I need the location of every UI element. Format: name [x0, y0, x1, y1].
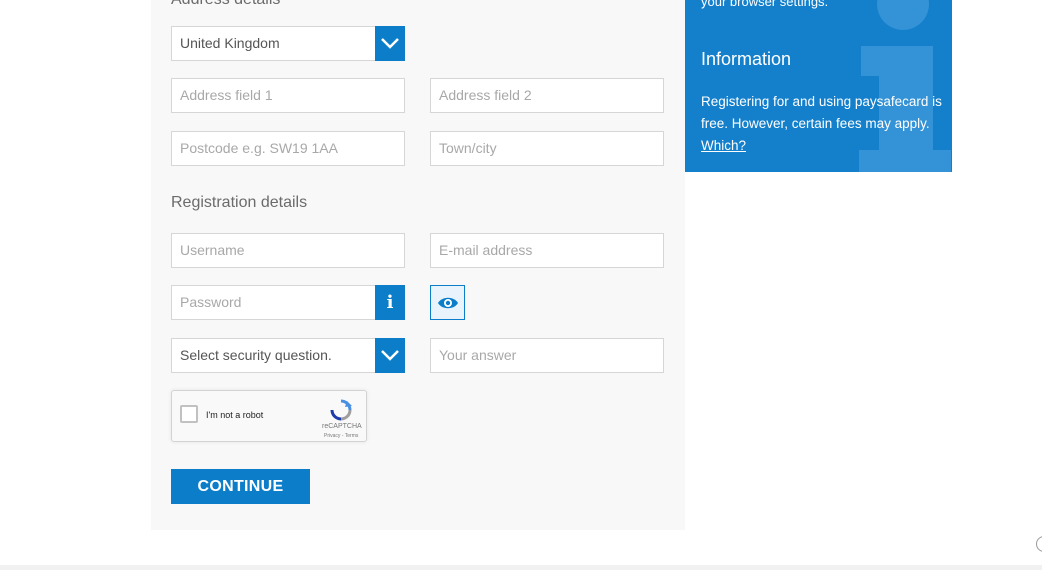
address-section-title: Address details [171, 0, 280, 9]
eye-icon [438, 297, 458, 309]
info-icon: i [386, 292, 394, 313]
recaptcha-logo-icon [330, 399, 352, 421]
which-link[interactable]: Which? [701, 138, 746, 153]
bottom-divider [0, 565, 1042, 570]
information-card: your browser settings. Information Regis… [685, 0, 952, 172]
recaptcha-widget: I'm not a robot reCAPTCHA Privacy - Term… [171, 390, 367, 442]
address-field-1[interactable]: Address field 1 [171, 78, 405, 113]
chevron-down-icon [381, 38, 399, 49]
postcode-field[interactable]: Postcode e.g. SW19 1AA [171, 131, 405, 166]
recaptcha-label: I'm not a robot [206, 410, 264, 420]
password-field[interactable]: Password [171, 285, 376, 320]
security-question-select[interactable]: Select security question. [171, 338, 376, 373]
recaptcha-brand: reCAPTCHA [322, 423, 362, 430]
username-field[interactable]: Username [171, 233, 405, 268]
corner-widget-icon[interactable] [1036, 536, 1042, 552]
show-password-button[interactable] [430, 285, 465, 320]
chevron-down-icon [381, 350, 399, 361]
security-answer-field[interactable]: Your answer [430, 338, 664, 373]
info-card-clipped-text: your browser settings. [701, 0, 829, 9]
continue-button[interactable]: CONTINUE [171, 469, 310, 504]
country-select[interactable]: United Kingdom [171, 26, 376, 61]
security-question-dropdown-button[interactable] [375, 338, 405, 373]
town-field[interactable]: Town/city [430, 131, 664, 166]
recaptcha-checkbox[interactable] [180, 405, 198, 423]
recaptcha-links[interactable]: Privacy - Terms [324, 433, 358, 439]
address-field-2[interactable]: Address field 2 [430, 78, 664, 113]
registration-page: Address details United Kingdom Address f… [0, 0, 1042, 570]
info-card-title: Information [701, 49, 792, 69]
registration-section-title: Registration details [171, 194, 308, 211]
email-field[interactable]: E-mail address [430, 233, 664, 268]
country-dropdown-button[interactable] [375, 26, 405, 61]
info-card-body: Registering for and using paysafecard is… [701, 91, 951, 157]
password-info-button[interactable]: i [375, 285, 405, 320]
info-card-text: Registering for and using paysafecard is… [701, 94, 942, 131]
